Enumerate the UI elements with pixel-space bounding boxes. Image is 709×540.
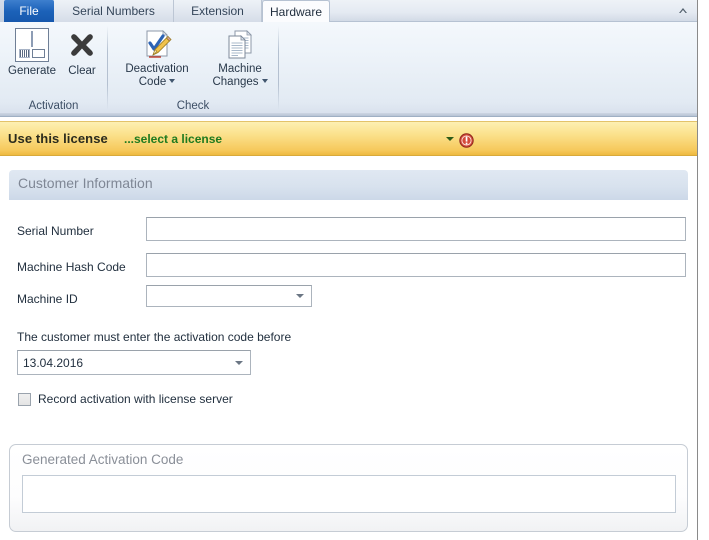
ribbon-group-activation-label: Activation	[28, 100, 79, 112]
customer-information-panel-header: Customer Information	[9, 170, 688, 200]
generate-icon	[15, 28, 49, 62]
clear-button-label: Clear	[68, 65, 96, 77]
chevron-down-icon[interactable]	[296, 294, 304, 298]
document-check-pencil-icon	[141, 28, 173, 60]
ribbon-group-check-label: Check	[176, 100, 210, 112]
clear-x-icon	[65, 28, 99, 62]
machine-changes-button[interactable]: Machine Changes	[204, 25, 276, 89]
license-bar-title: Use this license	[8, 131, 108, 146]
tab-serial-numbers[interactable]: Serial Numbers	[54, 0, 174, 22]
generated-activation-code-title: Generated Activation Code	[22, 452, 184, 467]
clear-button[interactable]: Clear	[60, 25, 104, 78]
tab-hardware[interactable]: Hardware	[262, 0, 330, 22]
record-activation-checkbox[interactable]	[18, 392, 31, 406]
activation-deadline-date-value: 13.04.2016	[23, 355, 84, 370]
machine-changes-button-label-line1: Machine	[218, 63, 262, 75]
stacked-documents-icon	[224, 28, 256, 60]
tab-bar-filler	[330, 0, 697, 22]
machine-id-combobox[interactable]	[146, 285, 312, 307]
machine-changes-button-label-line2: Changes	[204, 75, 276, 89]
chevron-down-icon[interactable]	[169, 79, 176, 84]
tab-extension[interactable]: Extension	[174, 0, 262, 22]
machine-hash-code-label: Machine Hash Code	[17, 260, 126, 274]
chevron-up-icon[interactable]	[675, 3, 691, 19]
deactivation-code-button-label-line1: Deactivation	[125, 63, 189, 75]
record-activation-checkbox-row[interactable]: Record activation with license server	[18, 392, 233, 406]
machine-changes-label2-text: Changes	[212, 76, 259, 88]
license-selector[interactable]: ...select a license	[124, 132, 222, 146]
ribbon-group-activation: Generate Clear Activation	[0, 22, 107, 116]
error-exclamation-icon[interactable]	[459, 133, 474, 148]
application-window: File Serial Numbers Extension Hardware G	[0, 0, 709, 540]
ribbon-body: Generate Clear Activation Deactivation C…	[0, 22, 697, 117]
ribbon-tab-bar: File Serial Numbers Extension Hardware	[0, 0, 697, 22]
deactivation-code-button-label-line2: Code	[112, 75, 202, 89]
activation-deadline-datepicker[interactable]: 13.04.2016	[17, 350, 251, 375]
chevron-down-icon[interactable]	[235, 360, 243, 365]
serial-number-label: Serial Number	[17, 224, 94, 238]
machine-hash-code-input[interactable]	[146, 253, 686, 277]
ribbon-group-separator-2	[278, 26, 279, 110]
generate-button[interactable]: Generate	[6, 25, 58, 78]
ribbon-group-check: Deactivation Code Machine Changes Check	[108, 22, 278, 116]
deactivation-code-label2-text: Code	[138, 76, 167, 88]
generate-button-label: Generate	[8, 65, 56, 77]
content-area: Customer Information Serial Number Machi…	[0, 156, 697, 540]
machine-id-label: Machine ID	[17, 292, 78, 306]
page-title: Customer Information	[18, 175, 153, 191]
activation-deadline-note: The customer must enter the activation c…	[17, 330, 292, 344]
generated-activation-code-output[interactable]	[22, 475, 676, 513]
record-activation-checkbox-label: Record activation with license server	[38, 392, 233, 406]
deactivation-code-button[interactable]: Deactivation Code	[112, 25, 202, 89]
tab-file[interactable]: File	[4, 0, 54, 22]
serial-number-input[interactable]	[146, 217, 686, 241]
license-selection-bar: Use this license ...select a license	[0, 121, 697, 156]
window-right-edge	[697, 0, 709, 540]
chevron-down-icon[interactable]	[261, 79, 268, 84]
chevron-down-icon[interactable]	[446, 137, 454, 141]
generated-activation-code-group: Generated Activation Code	[9, 444, 688, 532]
